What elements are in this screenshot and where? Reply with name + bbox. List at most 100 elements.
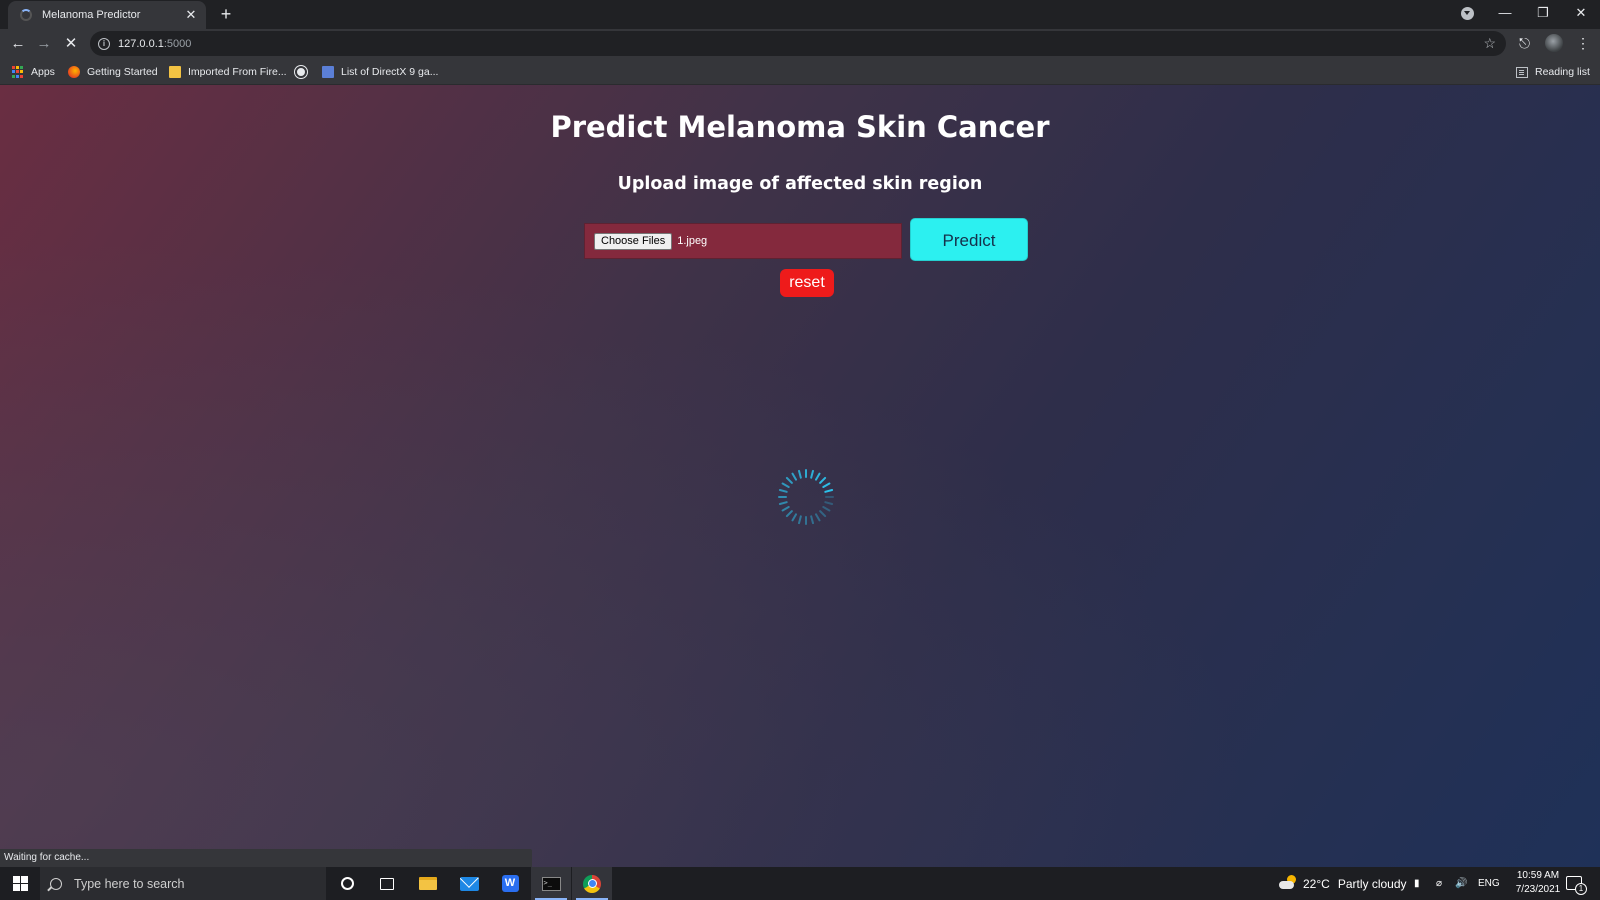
tab-close-icon[interactable]: ✕ xyxy=(184,7,198,23)
close-window-button[interactable]: ✕ xyxy=(1562,0,1600,29)
bookmark-label: Imported From Fire... xyxy=(188,66,287,78)
url-port: :5000 xyxy=(163,37,192,50)
selected-file-name: 1.jpeg xyxy=(677,235,708,247)
new-tab-button[interactable]: + xyxy=(216,3,236,25)
spinner-tick xyxy=(819,510,827,518)
tab-loading-icon xyxy=(20,9,32,21)
bookmark-imported-folder[interactable]: Imported From Fire... xyxy=(169,64,287,80)
forward-button[interactable]: → xyxy=(33,33,55,55)
reset-button[interactable]: reset xyxy=(780,269,834,297)
page-content: Predict Melanoma Skin Cancer Upload imag… xyxy=(0,85,1600,867)
spinner-tick xyxy=(785,510,793,518)
bookmark-label: Apps xyxy=(31,66,55,78)
browser-status-bar: Waiting for cache... xyxy=(0,849,532,867)
spinner-tick xyxy=(815,513,821,522)
browser-toolbar: ← → ✕ i 127.0.0.1:5000 ☆ xyxy=(0,29,1600,58)
weather-temperature: 22°C xyxy=(1303,876,1330,891)
site-info-icon[interactable]: i xyxy=(98,37,110,50)
spinner-tick xyxy=(822,506,831,512)
bookmark-apps[interactable]: Apps xyxy=(12,64,55,80)
tab-title: Melanoma Predictor xyxy=(42,9,141,21)
weather-cloud-icon xyxy=(1279,874,1297,890)
spinner-tick xyxy=(810,469,814,479)
weather-description: Partly cloudy xyxy=(1337,876,1407,891)
wifi-icon[interactable]: ⌀ xyxy=(1436,867,1442,900)
folder-icon xyxy=(169,66,181,78)
wps-icon: W xyxy=(501,875,519,892)
task-view-icon xyxy=(380,877,394,890)
search-placeholder: Type here to search xyxy=(74,876,185,891)
folder-icon xyxy=(419,877,437,890)
spinner-tick xyxy=(778,489,788,493)
taskbar-clock[interactable]: 10:59 AM 7/23/2021 xyxy=(1502,869,1574,897)
page-icon xyxy=(322,66,334,78)
spinner-tick xyxy=(815,472,821,481)
globe-icon xyxy=(295,66,307,78)
loading-spinner-icon xyxy=(778,469,834,525)
spinner-tick xyxy=(781,506,790,512)
reading-list-label: Reading list xyxy=(1535,66,1590,78)
wps-button[interactable]: W xyxy=(490,867,530,900)
extensions-icon[interactable]: ⎋ xyxy=(1519,35,1530,52)
bookmark-label: List of DirectX 9 ga... xyxy=(341,66,439,78)
restore-button[interactable]: ❐ xyxy=(1524,0,1562,29)
file-upload-field[interactable]: Choose Files 1.jpeg xyxy=(584,223,902,259)
minimize-button[interactable]: — xyxy=(1486,0,1524,29)
spinner-tick xyxy=(778,501,788,505)
profile-avatar[interactable] xyxy=(1545,34,1563,52)
spinner-tick xyxy=(798,515,802,525)
url-host: 127.0.0.1 xyxy=(118,37,164,50)
spinner-tick xyxy=(798,469,802,479)
mail-button[interactable] xyxy=(449,867,489,900)
cortana-button[interactable] xyxy=(327,867,367,900)
spinner-tick xyxy=(824,501,834,505)
spinner-tick xyxy=(824,489,834,493)
search-icon xyxy=(50,877,62,890)
reading-list-icon xyxy=(1516,66,1528,78)
reading-list-button[interactable]: Reading list xyxy=(1516,64,1590,80)
windows-logo-icon xyxy=(12,876,28,891)
bookmark-label: Getting Started xyxy=(87,66,158,78)
bookmark-getting-started[interactable]: Getting Started xyxy=(68,64,158,80)
chrome-button[interactable] xyxy=(572,867,612,900)
task-view-button[interactable] xyxy=(367,867,407,900)
language-indicator[interactable]: ENG xyxy=(1478,867,1500,900)
stop-loading-button[interactable]: ✕ xyxy=(60,33,82,55)
browser-tab[interactable]: Melanoma Predictor ✕ xyxy=(8,1,206,29)
start-button[interactable] xyxy=(0,867,40,900)
browser-menu-icon[interactable]: ⋮ xyxy=(1576,33,1590,53)
mail-icon xyxy=(459,876,479,891)
battery-icon[interactable]: ▮ xyxy=(1414,867,1420,900)
windows-taskbar: Type here to search W >_ 22°C Partly clo… xyxy=(0,867,1600,900)
choose-files-button[interactable]: Choose Files xyxy=(594,232,673,250)
page-title: Predict Melanoma Skin Cancer xyxy=(550,110,1050,144)
cortana-icon xyxy=(340,877,354,890)
firefox-icon xyxy=(68,66,80,78)
spinner-tick xyxy=(822,482,831,488)
spinner-tick xyxy=(785,476,793,484)
spinner-tick xyxy=(810,515,814,525)
spinner-tick xyxy=(791,472,797,481)
browser-tab-bar: Melanoma Predictor ✕ + — ❐ ✕ xyxy=(0,0,1600,29)
bookmark-directx-list[interactable]: List of DirectX 9 ga... xyxy=(322,64,438,80)
bookmarks-bar: Apps Getting Started Imported From Fire.… xyxy=(0,58,1600,85)
bookmark-star-icon[interactable]: ☆ xyxy=(1483,35,1496,52)
spinner-tick xyxy=(791,513,797,522)
clock-time: 10:59 AM xyxy=(1516,870,1560,881)
weather-widget[interactable]: 22°C Partly cloudy xyxy=(1279,867,1407,900)
apps-grid-icon xyxy=(12,66,24,78)
terminal-icon: >_ xyxy=(541,876,561,891)
clock-date: 7/23/2021 xyxy=(1515,884,1561,895)
file-explorer-button[interactable] xyxy=(408,867,448,900)
taskbar-search-box[interactable]: Type here to search xyxy=(40,867,326,900)
predict-button[interactable]: Predict xyxy=(910,218,1028,261)
back-button[interactable]: ← xyxy=(7,33,29,55)
terminal-button[interactable]: >_ xyxy=(531,867,571,900)
address-bar[interactable]: i 127.0.0.1:5000 ☆ xyxy=(90,31,1506,56)
spinner-tick xyxy=(781,482,790,488)
tab-search-icon[interactable] xyxy=(1461,7,1474,20)
notification-count-badge: 1 xyxy=(1575,883,1587,895)
volume-icon[interactable]: 🔊 xyxy=(1455,867,1467,900)
bookmark-globe[interactable] xyxy=(295,64,314,80)
page-subtitle: Upload image of affected skin region xyxy=(617,174,983,194)
